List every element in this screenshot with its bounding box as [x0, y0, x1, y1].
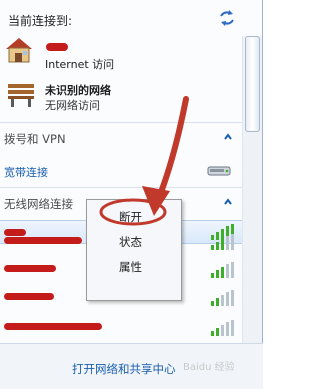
annotation-overlay	[99, 96, 189, 226]
annotation-arrow	[155, 96, 189, 203]
network-flyout: 当前连接到: Internet 访问 未识别的网络 无网络访问 拨号和 VPN …	[0, 0, 263, 389]
